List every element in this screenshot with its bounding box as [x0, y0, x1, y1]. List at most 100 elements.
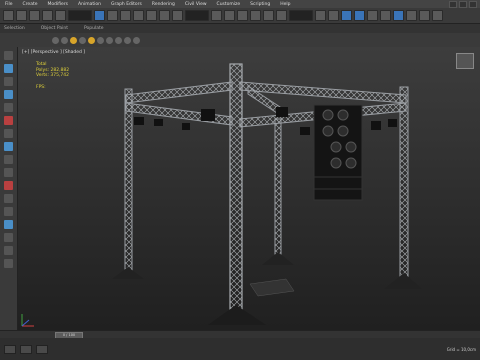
light-icon[interactable] — [70, 36, 77, 44]
named-selection-dropdown[interactable] — [289, 10, 313, 21]
menu-help[interactable]: Help — [275, 2, 295, 7]
sidebar-tool-icon[interactable] — [4, 194, 13, 203]
minimize-icon[interactable] — [449, 0, 457, 8]
status-button[interactable] — [20, 344, 32, 354]
grid-size-readout: Grid = 10,0cm — [446, 346, 476, 352]
tool-icon[interactable] — [61, 36, 68, 44]
redo-icon[interactable] — [16, 10, 27, 21]
rotate-icon[interactable] — [159, 10, 170, 21]
layer-explorer-icon[interactable] — [341, 10, 352, 21]
stats-polys: Polys: 282,882 — [36, 67, 70, 73]
tool-icon[interactable] — [106, 36, 113, 44]
move-icon[interactable] — [146, 10, 157, 21]
sidebar-tool-icon[interactable] — [4, 220, 13, 229]
menu-rendering[interactable]: Rendering — [147, 2, 180, 7]
sidebar-tool-icon[interactable] — [4, 233, 13, 242]
window-crossing-icon[interactable] — [133, 10, 144, 21]
viewport-label[interactable]: [+] [Perspective ] [Shaded ] — [22, 50, 85, 55]
status-button[interactable] — [36, 344, 48, 354]
select-object-icon[interactable] — [94, 10, 105, 21]
status-bar: Grid = 10,0cm — [0, 338, 480, 360]
main-toolbar — [0, 8, 480, 24]
scale-icon[interactable] — [172, 10, 183, 21]
stats-verts: Verts: 375,742 — [36, 73, 70, 78]
sidebar-tool-icon[interactable] — [4, 77, 13, 86]
speaker-array — [313, 104, 363, 201]
close-icon[interactable] — [469, 0, 477, 8]
rendered-frame-window-icon[interactable] — [419, 10, 430, 21]
menu-file[interactable]: File — [0, 2, 18, 7]
perspective-viewport[interactable]: [+] [Perspective ] [Shaded ] Total Polys… — [18, 47, 480, 330]
sidebar-tool-icon[interactable] — [4, 103, 13, 112]
stats-fps: FPS: — [36, 84, 46, 90]
sidebar-tool-icon[interactable] — [4, 207, 13, 216]
sidebar-tool-icon[interactable] — [4, 64, 13, 73]
sidebar-tool-icon[interactable] — [4, 168, 13, 177]
menu-animation[interactable]: Animation — [73, 2, 106, 7]
percent-snap-icon[interactable] — [263, 10, 274, 21]
rect-selection-icon[interactable] — [120, 10, 131, 21]
window-controls — [449, 0, 480, 8]
selection-filter-dropdown[interactable] — [68, 10, 92, 21]
tab-object-paint[interactable]: Object Paint — [41, 26, 68, 31]
tool-icon[interactable] — [115, 36, 122, 44]
link-icon[interactable] — [29, 10, 40, 21]
sidebar-tool-icon[interactable] — [4, 90, 13, 99]
tool-icon[interactable] — [97, 36, 104, 44]
menu-customize[interactable]: Customize — [212, 2, 246, 7]
material-editor-icon[interactable] — [393, 10, 404, 21]
scene-statistics: Total Polys: 282,882 Verts: 375,742 FPS: — [36, 62, 69, 90]
undo-icon[interactable] — [3, 10, 14, 21]
status-button[interactable] — [4, 344, 16, 354]
truss-tower — [384, 86, 422, 289]
sidebar-tool-icon[interactable] — [4, 51, 13, 60]
reference-coord-dropdown[interactable] — [185, 10, 209, 21]
bind-icon[interactable] — [55, 10, 66, 21]
menu-bar: File Create Modifiers Animation Graph Ed… — [0, 0, 480, 8]
tool-icon[interactable] — [52, 36, 59, 44]
snap-icon[interactable] — [237, 10, 248, 21]
mirror-icon[interactable] — [315, 10, 326, 21]
pivot-icon[interactable] — [211, 10, 222, 21]
sidebar-tool-icon[interactable] — [4, 259, 13, 268]
menu-scripting[interactable]: Scripting — [245, 2, 275, 7]
menu-civil-view[interactable]: Civil View — [180, 2, 212, 7]
menu-modifiers[interactable]: Modifiers — [42, 2, 73, 7]
schematic-view-icon[interactable] — [380, 10, 391, 21]
viewcube-icon[interactable] — [456, 53, 474, 69]
sidebar-tool-icon[interactable] — [4, 246, 13, 255]
render-setup-icon[interactable] — [406, 10, 417, 21]
truss-scene — [112, 63, 422, 325]
ribbon-tools — [0, 33, 480, 47]
curve-editor-icon[interactable] — [367, 10, 378, 21]
spinner-snap-icon[interactable] — [276, 10, 287, 21]
menu-graph-editors[interactable]: Graph Editors — [106, 2, 147, 7]
maximize-icon[interactable] — [459, 0, 467, 8]
tool-icon[interactable] — [124, 36, 131, 44]
truss-tower — [262, 118, 294, 265]
render-production-icon[interactable] — [432, 10, 443, 21]
axis-tripod-icon — [21, 314, 34, 327]
left-toolbar — [0, 47, 18, 337]
sidebar-tool-icon[interactable] — [4, 129, 13, 138]
sidebar-tool-icon[interactable] — [4, 142, 13, 151]
align-icon[interactable] — [328, 10, 339, 21]
tab-populate[interactable]: Populate — [84, 26, 104, 31]
tool-icon[interactable] — [133, 36, 140, 44]
stats-title: Total — [36, 62, 47, 67]
sidebar-tool-icon[interactable] — [4, 181, 13, 190]
manipulate-icon[interactable] — [224, 10, 235, 21]
ribbon-toggle-icon[interactable] — [354, 10, 365, 21]
menu-create[interactable]: Create — [18, 2, 43, 7]
unlink-icon[interactable] — [42, 10, 53, 21]
roof-truss — [125, 81, 407, 128]
sidebar-tool-icon[interactable] — [4, 155, 13, 164]
angle-snap-icon[interactable] — [250, 10, 261, 21]
select-by-name-icon[interactable] — [107, 10, 118, 21]
tab-selection[interactable]: Selection — [4, 26, 25, 31]
tool-icon[interactable] — [79, 36, 86, 44]
floor-plate — [249, 278, 295, 297]
light-icon[interactable] — [88, 36, 95, 44]
ribbon-tabs: Selection Object Paint Populate — [0, 24, 480, 33]
sidebar-tool-icon[interactable] — [4, 116, 13, 125]
